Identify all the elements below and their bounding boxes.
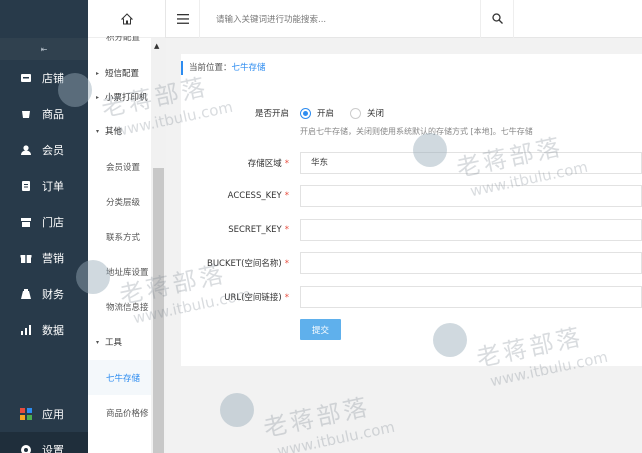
subnav-group-printer[interactable]: ▸ 小票打印机 (88, 79, 151, 115)
logo-area (0, 0, 88, 38)
search-icon (491, 13, 503, 24)
nav-item-goods[interactable]: 商品 (0, 96, 88, 132)
region-field[interactable]: 华东 (300, 152, 642, 174)
nav-item-label: 应用 (42, 408, 64, 421)
collapse-sidebar-button[interactable]: ⇤ (0, 38, 88, 60)
enable-row: 是否开启 开启 关闭 开启七牛存储，关闭则使用系统默认的存储方式 [本地]。七牛… (181, 102, 642, 136)
radio-label: 开启 (317, 109, 335, 119)
nav-item-label: 商品 (42, 108, 64, 121)
bucket-label: BUCKET(空间名称) * (206, 259, 289, 269)
radio-unchecked-icon (350, 107, 362, 119)
access-key-row: ACCESS_KEY * (181, 185, 642, 207)
radio-enable-on[interactable]: 开启 (300, 107, 334, 119)
nav-item-shop[interactable]: 门店 (0, 204, 88, 240)
top-bar: 请输入关键词进行功能搜索... (166, 0, 642, 38)
nav-item-label: 设置 (42, 444, 64, 453)
subnav-item-contact[interactable]: 联系方式 (88, 219, 151, 254)
avatar-watermark-icon (220, 393, 254, 427)
subnav-group-label: 其他 (105, 127, 123, 137)
menu-toggle-button[interactable] (166, 0, 200, 38)
subnav-item-logistics[interactable]: 物流信息接 (88, 289, 151, 324)
enable-label: 是否开启 (254, 109, 289, 119)
content-panel (181, 54, 642, 366)
subnav-item-qiniu-storage[interactable]: 七牛存储 (88, 360, 151, 395)
nav-item-label: 财务 (42, 288, 64, 301)
secret-key-row: SECRET_KEY * (181, 219, 642, 241)
order-icon (20, 180, 32, 192)
breadcrumb-current[interactable]: 七牛存储 (232, 63, 266, 73)
radio-checked-icon (300, 107, 311, 119)
nav-item-order[interactable]: 订单 (0, 168, 88, 204)
subnav-group-label: 小票打印机 (105, 93, 148, 103)
finance-icon (20, 288, 32, 300)
nav-item-label: 营销 (42, 252, 64, 265)
scrollbar-thumb[interactable] (153, 168, 164, 453)
nav-item-label: 店铺 (42, 72, 64, 85)
apps-icon (20, 408, 32, 420)
radio-enable-off[interactable]: 关闭 (350, 107, 384, 119)
shop-icon (20, 216, 32, 228)
subnav-scrollbar[interactable]: ▲ (151, 38, 166, 453)
secret-key-field[interactable] (300, 219, 642, 241)
nav-item-settings[interactable]: 设置 (0, 432, 88, 453)
breadcrumb-prefix: 当前位置： (189, 63, 232, 73)
nav-item-member[interactable]: 会员 (0, 132, 88, 168)
subnav-item-category-level[interactable]: 分类层级 (88, 184, 151, 219)
nav-item-store[interactable]: 店铺 (0, 60, 88, 96)
store-icon (20, 72, 32, 84)
url-label: URL(空间链接) * (224, 293, 289, 303)
url-row: URL(空间链接) * (181, 286, 642, 308)
subnav-item-price-fix[interactable]: 商品价格修 (88, 395, 151, 430)
scroll-up-icon[interactable]: ▲ (154, 42, 159, 50)
nav-item-label: 数据 (42, 324, 64, 337)
breadcrumb: 当前位置：七牛存储 (181, 61, 266, 75)
subnav-group-label: 工具 (105, 338, 123, 348)
sub-sidebar: 积分配置 ▸ 短信配置 ▸ 小票打印机 ▾ 其他 会员设置 分类层级 联系方式 地址库… (88, 0, 166, 453)
nav-item-label: 会员 (42, 144, 64, 157)
search-button[interactable] (480, 0, 514, 38)
marketing-icon (20, 252, 32, 264)
region-label: 存储区域 * (247, 159, 289, 169)
nav-item-data[interactable]: 数据 (0, 312, 88, 348)
home-button[interactable] (88, 0, 165, 38)
nav-item-label: 订单 (42, 180, 64, 193)
nav-item-finance[interactable]: 财务 (0, 276, 88, 312)
hamburger-icon (176, 13, 189, 24)
subnav-item-address-library[interactable]: 地址库设置 (88, 254, 151, 289)
access-key-field[interactable] (300, 185, 642, 207)
radio-label: 关闭 (367, 109, 385, 119)
collapse-icon: ⇤ (40, 44, 48, 54)
subnav-group-tools[interactable]: ▾ 工具 (88, 324, 151, 360)
bucket-field[interactable] (300, 252, 642, 274)
data-icon (20, 324, 32, 336)
subnav-group-other[interactable]: ▾ 其他 (88, 113, 151, 149)
goods-icon (20, 108, 32, 120)
member-icon (20, 144, 32, 156)
nav-item-label: 门店 (42, 216, 64, 229)
main-sidebar: ⇤ 店铺 商品 会员 订单 门店 营销 财务 数据 应用 设置 (0, 0, 88, 453)
submit-button[interactable]: 提交 (300, 319, 341, 340)
subnav-item-member-settings[interactable]: 会员设置 (88, 149, 151, 184)
secret-key-label: SECRET_KEY * (228, 225, 289, 235)
home-icon (120, 12, 133, 24)
bucket-row: BUCKET(空间名称) * (181, 252, 642, 274)
enable-hint: 开启七牛存储，关闭则使用系统默认的存储方式 [本地]。七牛存储 (300, 127, 533, 136)
url-field[interactable] (300, 286, 642, 308)
settings-icon (20, 444, 32, 453)
nav-item-marketing[interactable]: 营销 (0, 240, 88, 276)
access-key-label: ACCESS_KEY * (227, 191, 289, 201)
subnav-group-label: 短信配置 (105, 69, 140, 79)
subnav-partial-item[interactable]: 积分配置 (106, 36, 140, 44)
region-row: 存储区域 * 华东 (181, 152, 642, 174)
watermark: 老蒋部落 www.itbulu.com (220, 393, 396, 453)
search-input[interactable]: 请输入关键词进行功能搜索... (200, 13, 480, 25)
nav-item-apps[interactable]: 应用 (0, 396, 88, 432)
